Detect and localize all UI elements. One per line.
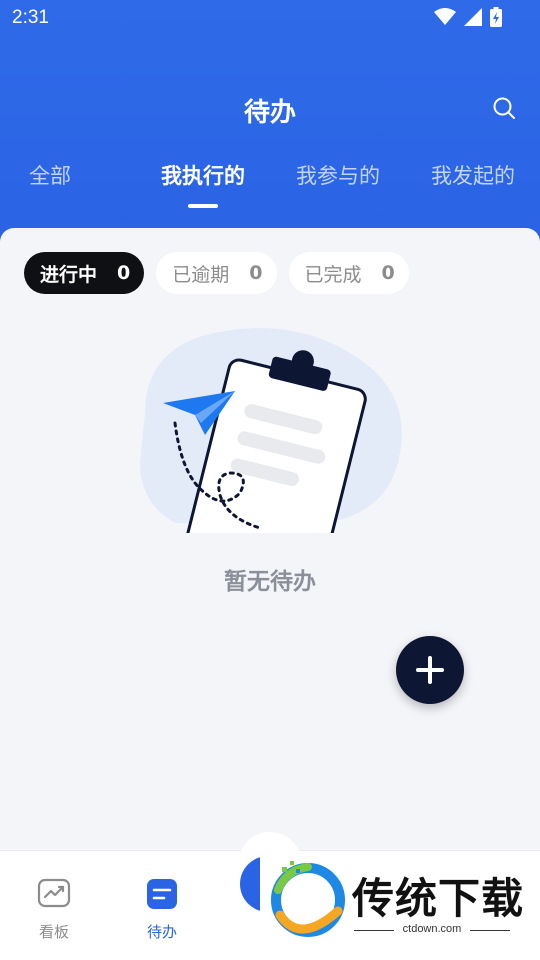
battery-icon: [490, 7, 502, 27]
tab-initiated[interactable]: 我发起的: [431, 160, 515, 190]
filter-count: 0: [381, 262, 395, 284]
tab-bar: 全部 我执行的 我参与的 我发起的: [0, 160, 540, 220]
watermark: 传统下载 ctdown.com: [260, 855, 530, 945]
watermark-divider: [470, 930, 510, 931]
page-title: 待办: [243, 98, 296, 128]
status-icons: [434, 7, 502, 27]
tab-my-executing[interactable]: 我执行的: [161, 160, 245, 208]
watermark-title: 传统下载: [352, 874, 525, 923]
nav-item-todo[interactable]: 待办: [132, 877, 192, 942]
tab-all[interactable]: 全部: [29, 160, 71, 190]
tab-label: 全部: [29, 164, 71, 188]
header: 2:31 待办 全部 我执行的 我参与的 我发起的: [0, 0, 540, 250]
chart-board-icon: [37, 878, 71, 908]
filter-count: 0: [249, 262, 263, 284]
nav-item-board[interactable]: 看板: [24, 877, 84, 942]
nav-label: 看板: [38, 923, 69, 941]
wifi-icon: [434, 8, 456, 25]
filter-label: 进行中: [40, 263, 98, 286]
empty-state-text: 暂无待办: [224, 569, 316, 595]
filter-overdue[interactable]: 已逾期 0: [156, 252, 277, 294]
status-time: 2:31: [12, 7, 49, 28]
status-bar: 2:31: [0, 0, 540, 38]
empty-clipboard-illustration: [140, 328, 402, 533]
search-icon[interactable]: [492, 96, 516, 120]
nav-label: 待办: [146, 923, 177, 941]
tab-indicator: [188, 204, 218, 208]
filter-label: 已完成: [304, 263, 362, 286]
signal-icon: [464, 8, 482, 26]
filter-count: 0: [117, 262, 131, 284]
tab-label: 我执行的: [161, 164, 245, 188]
watermark-logo-icon: [260, 855, 350, 945]
main-content: 进行中 0 已逾期 0 已完成 0 暂无待办: [0, 228, 540, 850]
tab-label: 我参与的: [296, 164, 380, 188]
todo-icon: [147, 879, 177, 909]
add-todo-button[interactable]: [396, 636, 464, 704]
filter-completed[interactable]: 已完成 0: [288, 252, 409, 294]
tab-participating[interactable]: 我参与的: [296, 160, 380, 190]
plus-icon: [416, 656, 444, 684]
watermark-url: ctdown.com: [402, 923, 462, 935]
filter-chips: 进行中 0 已逾期 0 已完成 0: [24, 252, 409, 294]
filter-in-progress[interactable]: 进行中 0: [24, 252, 145, 294]
filter-label: 已逾期: [172, 263, 230, 286]
tab-label: 我发起的: [431, 164, 515, 188]
